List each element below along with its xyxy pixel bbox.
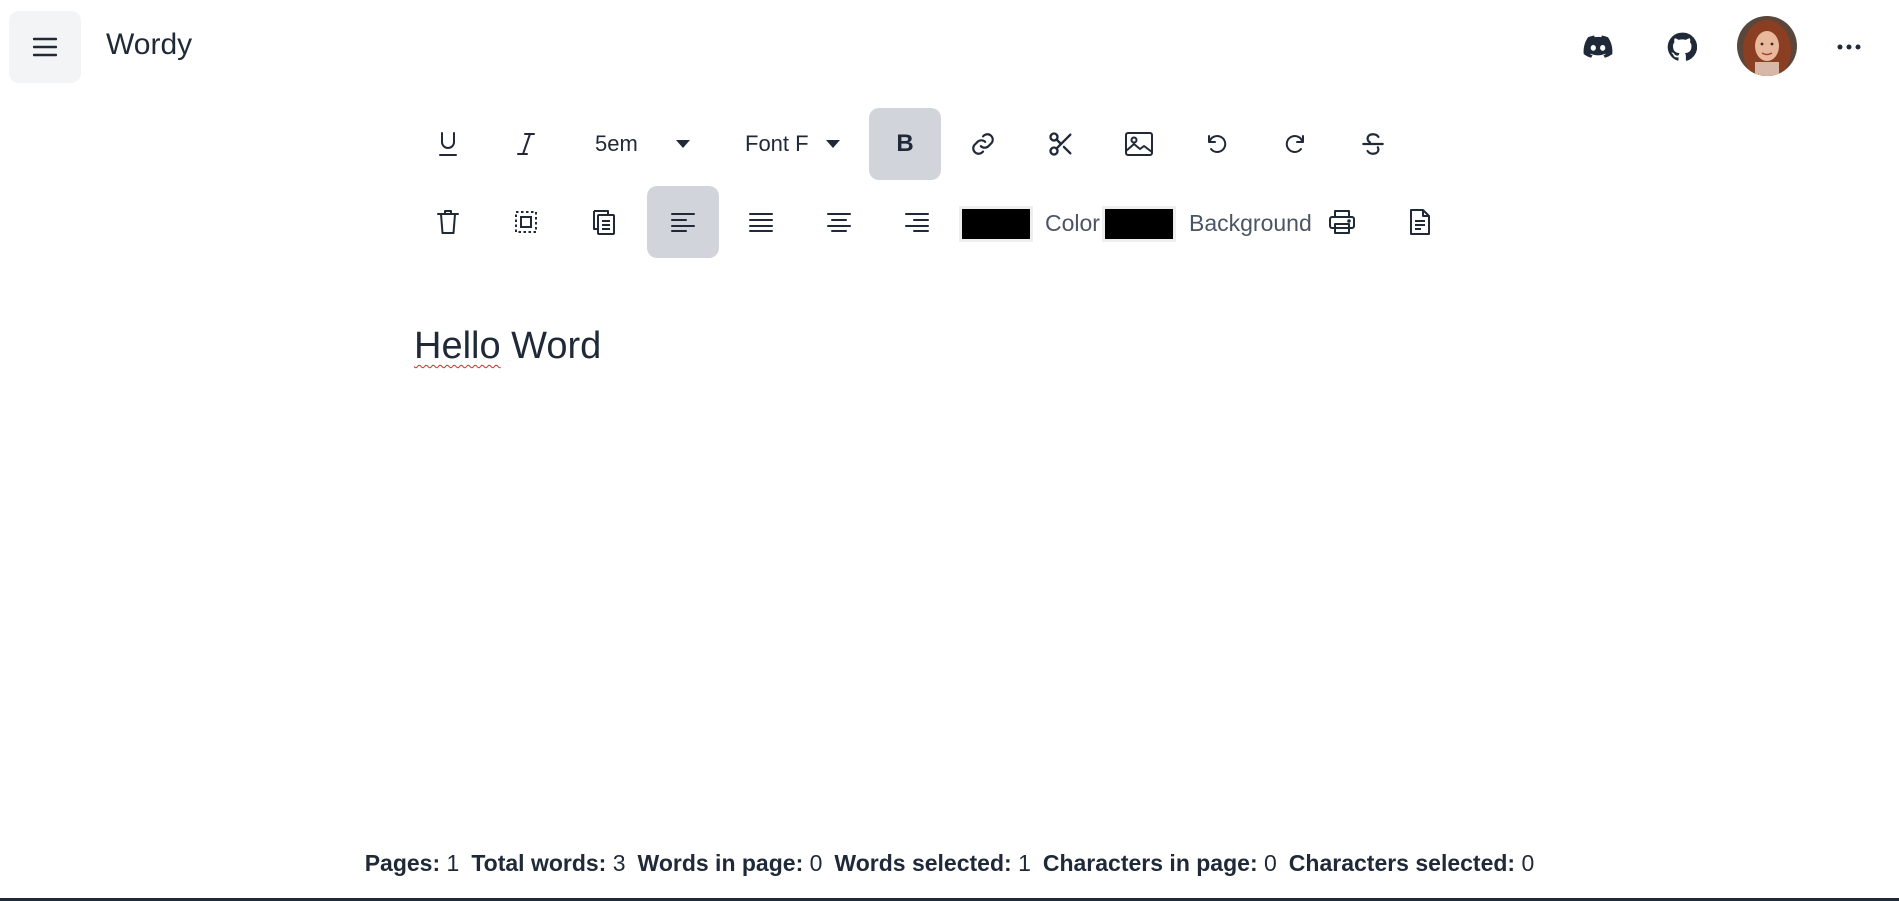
font-size-select[interactable]: 5em (584, 108, 694, 180)
status-characters-in-page: Characters in page: 0 (1042, 850, 1277, 876)
copy-icon (593, 210, 615, 235)
status-words-in-page: Words in page: 0 (637, 850, 823, 876)
scissors-icon (1049, 132, 1072, 156)
trash-icon (437, 210, 459, 234)
app-title[interactable]: Wordy (106, 28, 192, 62)
status-characters-selected: Characters selected: 0 (1288, 850, 1535, 876)
github-link[interactable] (1661, 26, 1703, 68)
printer-icon (1329, 210, 1355, 234)
link-button[interactable] (955, 108, 1011, 180)
hamburger-icon (33, 37, 57, 57)
background-label: Background (1189, 210, 1312, 236)
undo-button[interactable] (1189, 108, 1245, 180)
editor-content[interactable]: Hello Word (414, 325, 601, 368)
underline-icon (439, 132, 457, 156)
copy-button[interactable] (576, 186, 632, 258)
print-button[interactable] (1314, 186, 1370, 258)
navbar: Wordy (0, 0, 1899, 96)
select-all-icon (515, 211, 537, 233)
background-color-picker[interactable] (1102, 206, 1176, 242)
align-left-button[interactable] (647, 186, 719, 258)
font-size-value: 5em (595, 131, 638, 156)
status-bar: Pages: 1 Total words: 3 Words in page: 0… (0, 850, 1899, 877)
font-family-value: Font F (745, 131, 809, 156)
image-icon (1125, 132, 1153, 156)
select-all-button[interactable] (498, 186, 554, 258)
misspelled-word: Hello (414, 325, 501, 367)
italic-icon (517, 133, 535, 155)
link-icon (972, 133, 994, 155)
undo-icon (1208, 135, 1227, 153)
discord-icon (1583, 35, 1613, 58)
redo-button[interactable] (1267, 108, 1323, 180)
avatar[interactable] (1737, 16, 1797, 76)
strikethrough-icon (1362, 133, 1384, 155)
justify-button[interactable] (733, 186, 789, 258)
align-center-icon (827, 213, 851, 232)
avatar-photo (1737, 16, 1797, 76)
align-center-button[interactable] (811, 186, 867, 258)
status-words-selected: Words selected: 1 (834, 850, 1031, 876)
menu-button[interactable] (9, 11, 81, 83)
underline-button[interactable] (420, 108, 476, 180)
image-button[interactable] (1111, 108, 1167, 180)
align-right-button[interactable] (889, 186, 945, 258)
delete-button[interactable] (420, 186, 476, 258)
more-button[interactable] (1828, 26, 1870, 68)
caret-down-icon (676, 140, 690, 148)
italic-button[interactable] (498, 108, 554, 180)
align-right-icon (905, 213, 929, 232)
bold-label: B (896, 130, 914, 157)
more-icon (1837, 44, 1861, 50)
status-total-words: Total words: 3 (471, 850, 626, 876)
text-color-picker[interactable] (959, 206, 1033, 242)
status-pages: Pages: 1 (364, 850, 460, 876)
cut-button[interactable] (1033, 108, 1089, 180)
document-button[interactable] (1392, 186, 1448, 258)
github-icon (1667, 32, 1697, 61)
align-left-icon (671, 213, 695, 232)
document-icon (1410, 209, 1430, 235)
redo-icon (1285, 135, 1304, 153)
caret-down-icon (826, 140, 840, 148)
editor-word: Word (511, 325, 602, 367)
justify-icon (749, 213, 773, 232)
color-label: Color (1045, 210, 1100, 236)
discord-link[interactable] (1577, 26, 1619, 68)
font-family-select[interactable]: Font F (734, 108, 844, 180)
bold-button[interactable]: B (869, 108, 941, 180)
strikethrough-button[interactable] (1345, 108, 1401, 180)
